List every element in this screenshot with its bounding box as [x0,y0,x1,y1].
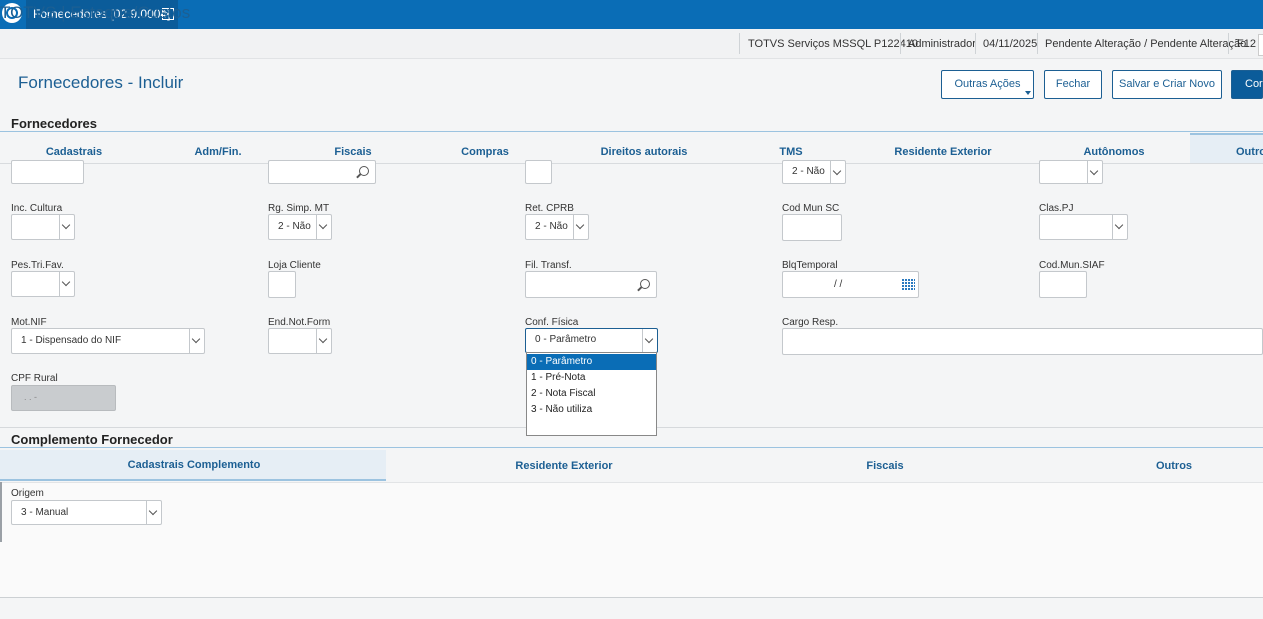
chevron-down-icon[interactable] [59,215,74,239]
label-inc-cultura: Inc. Cultura [11,203,63,214]
label-cod-mun-siaf: Cod.Mun.SIAF [1039,260,1105,271]
dropdown-option[interactable]: 0 - Parâmetro [527,354,656,370]
select-value: 2 - Não [278,221,311,232]
label-loja-cliente: Loja Cliente [268,260,321,271]
shortcut-info[interactable]: F12 [1237,38,1256,50]
tab-compras[interactable]: Compras [455,141,515,163]
field-partial-2[interactable] [268,160,376,184]
select-rg-simp-mt[interactable]: 2 - Não [268,214,332,240]
header-divider [975,33,976,54]
chevron-down-icon[interactable] [189,329,204,353]
dropdown-option[interactable]: 2 - Nota Fiscal [527,386,656,402]
input-cod-mun-sc[interactable] [782,214,842,241]
select-value: 0 - Parâmetro [535,334,597,345]
select-end-not-form[interactable] [268,328,332,354]
tab-outros-2[interactable]: Outros [1030,451,1263,481]
tab-residente-exterior-2[interactable]: Residente Exterior [388,451,740,481]
tab-fiscais-2[interactable]: Fiscais [740,451,1030,481]
dropdown-option[interactable]: 1 - Pré-Nota [527,370,656,386]
salvar-criar-novo-button[interactable]: Salvar e Criar Novo [1112,70,1222,99]
fechar-button[interactable]: Fechar [1044,70,1102,99]
input-cod-mun-siaf[interactable] [1039,271,1087,298]
select-inc-cultura[interactable] [11,214,75,240]
caret-down-icon [1025,91,1031,95]
field-partial-3[interactable] [525,160,552,184]
select-mot-nif[interactable]: 1 - Dispensado do NIF [11,328,205,354]
input-cpf-rural: . . - [11,385,116,411]
chevron-down-icon[interactable] [146,501,161,524]
input-cargo-resp[interactable] [782,328,1263,355]
select-partial-4[interactable]: 2 - Não [782,160,846,184]
label-blq-temporal: BlqTemporal [782,260,838,271]
input-loja-cliente[interactable] [268,271,296,298]
chevron-down-icon[interactable] [1112,215,1127,239]
tab-direitos-autorais[interactable]: Direitos autorais [592,141,696,163]
tab-residente-exterior[interactable]: Residente Exterior [886,141,1000,163]
field-partial-1[interactable] [11,160,84,184]
chevron-down-icon[interactable] [830,161,845,183]
chevron-down-icon[interactable] [573,215,588,239]
server-info: TOTVS Serviços MSSQL P122410 [748,38,918,50]
select-partial-5[interactable] [1039,160,1103,184]
select-value: 2 - Não [535,221,568,232]
input-blq-temporal[interactable]: / / [782,271,919,298]
search-icon[interactable] [359,166,369,176]
tab-cadastrais-complemento[interactable]: Cadastrais Complemento [0,450,388,480]
user-info[interactable]: Administrador [908,38,976,50]
tab-adm-fin[interactable]: Adm/Fin. [186,141,250,163]
label-cpf-rural: CPF Rural [11,373,58,384]
date-info: 04/11/2025 [983,38,1038,50]
label-cargo-resp: Cargo Resp. [782,317,839,328]
section-rule [0,131,1263,132]
chevron-down-icon[interactable] [59,272,74,296]
panel-left-edge [0,482,2,542]
cpf-mask: . . - [24,392,37,402]
conf-fisica-dropdown[interactable]: 0 - Parâmetro 1 - Pré-Nota 2 - Nota Fisc… [526,352,657,436]
header-divider [1037,33,1038,54]
select-clas-pj[interactable] [1039,214,1128,240]
tab-outros[interactable]: Outro [1230,141,1263,163]
confirmar-button[interactable]: Cor [1231,70,1263,99]
header-divider [1228,33,1229,54]
header-divider [900,33,901,54]
label-clas-pj: Clas.PJ [1039,203,1074,214]
input-fil-transf[interactable] [525,271,657,298]
bottom-panel [0,543,1263,598]
search-icon[interactable] [640,279,650,289]
header-divider [739,33,740,54]
label-conf-fisica: Conf. Física [525,317,579,328]
select-value: 2 - Não [792,166,825,177]
label-rg-simp-mt: Rg. Simp. MT [268,203,330,214]
select-ret-cprb[interactable]: 2 - Não [525,214,589,240]
select-origem[interactable]: 3 - Manual [11,500,162,525]
label-pes-tri-fav: Pes.Tri.Fav. [11,260,64,271]
chevron-down-icon[interactable] [316,329,331,353]
chevron-down-icon[interactable] [642,329,657,352]
section-rule [0,447,1263,448]
label-origem: Origem [11,488,44,499]
select-value: 3 - Manual [21,507,69,518]
status-info: Pendente Alteração / Pendente Alteração [1045,38,1247,50]
section-title-complemento: Complemento Fornecedor [11,432,173,447]
dropdown-option[interactable]: 3 - Não utiliza [527,402,656,418]
label-ret-cprb: Ret. CPRB [525,203,574,214]
outras-acoes-label: Outras Ações [954,78,1021,90]
section-title-fornecedores: Fornecedores [11,116,97,131]
label-cod-mun-sc: Cod Mun SC [782,203,840,214]
outras-acoes-button[interactable]: Outras Ações [941,70,1034,99]
label-end-not-form: End.Not.Form [268,317,331,328]
chevron-down-icon[interactable] [1087,161,1102,183]
select-pes-tri-fav[interactable] [11,271,75,297]
page-title: Fornecedores - Incluir [18,73,184,92]
select-value: 1 - Dispensado do NIF [21,335,122,346]
label-mot-nif: Mot.NIF [11,317,47,328]
calendar-icon[interactable] [902,278,915,290]
complemento-panel [0,482,1263,544]
label-fil-transf: Fil. Transf. [525,260,572,271]
date-placeholder: / / [834,279,843,290]
app-title: TOTVS | Estoque/Custos [0,3,191,22]
chevron-down-icon[interactable] [316,215,331,239]
select-conf-fisica[interactable]: 0 - Parâmetro [525,328,658,353]
header-scroll-handle[interactable] [1258,34,1263,56]
